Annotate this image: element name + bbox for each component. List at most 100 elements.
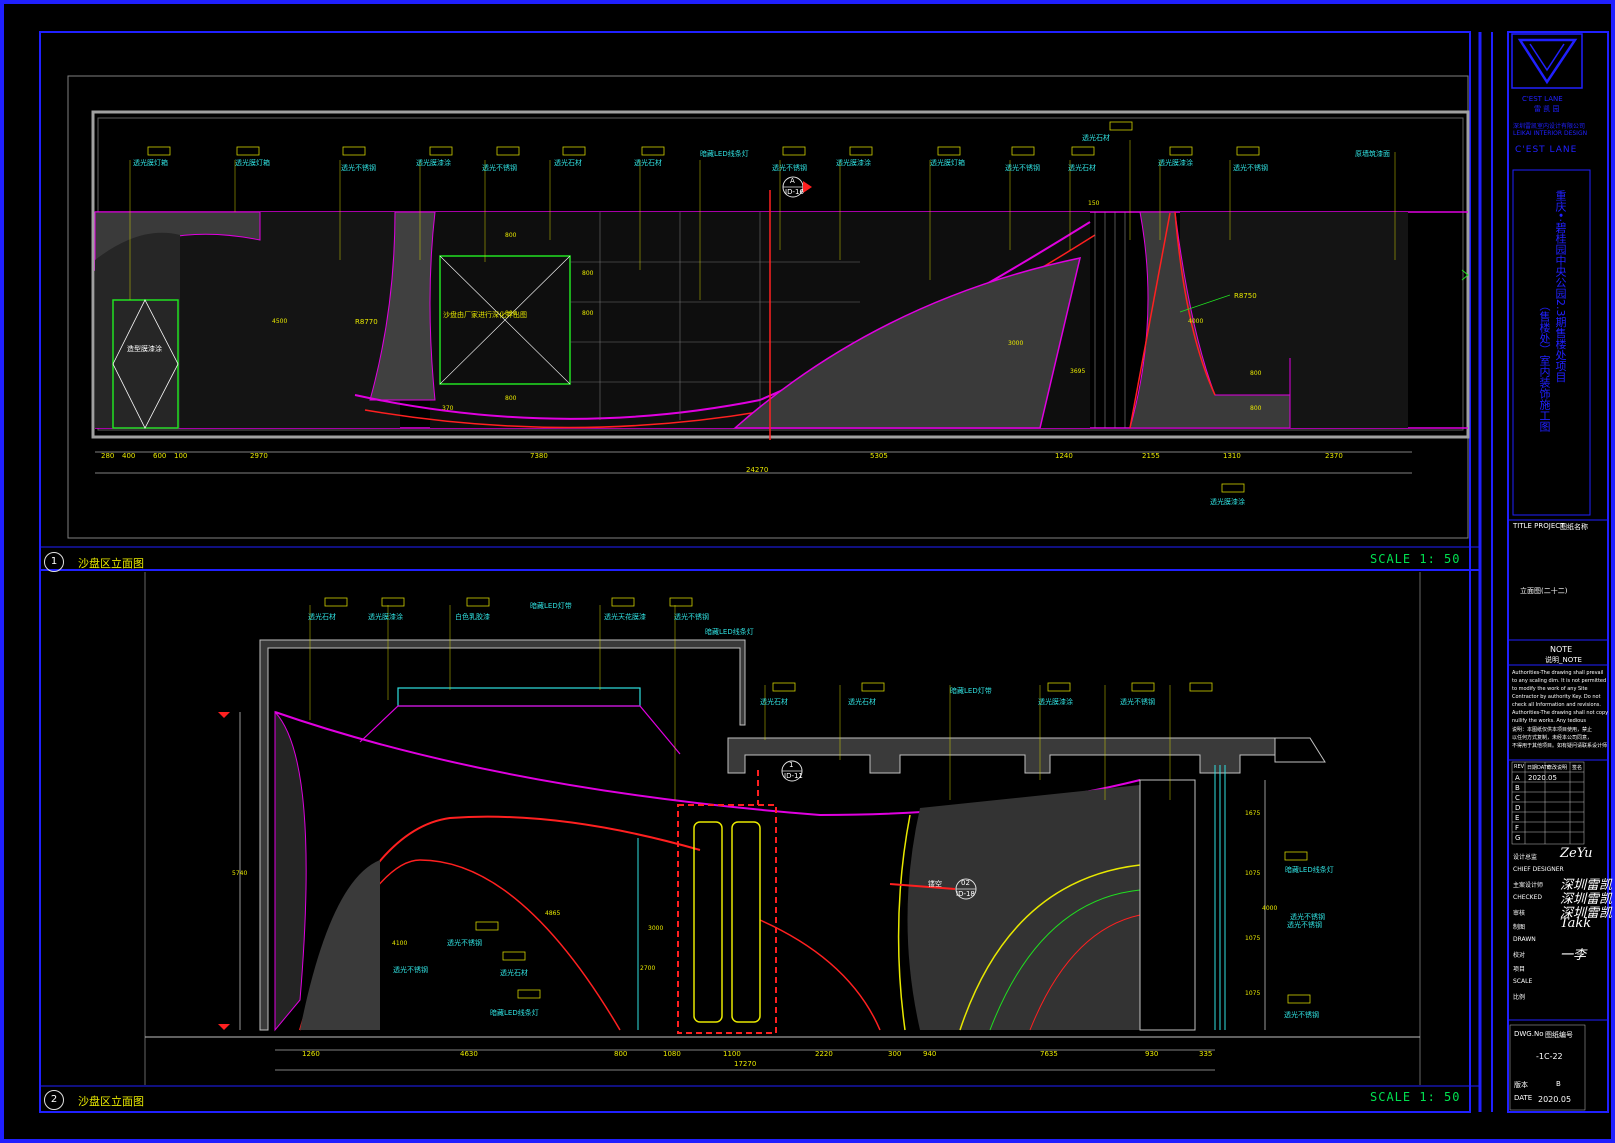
material-label: 原墙筑漆面 [1355, 150, 1390, 158]
note-line: Contractor by authority Key. Do not [1512, 694, 1601, 700]
material-label: 透光石材 [554, 159, 582, 167]
dimension-value: 930 [1145, 1050, 1159, 1058]
signature-row-label: SCALE [1513, 978, 1533, 985]
vertical-dimension: 800 [505, 395, 517, 402]
material-label: 透光膜漆涂 [1038, 698, 1073, 706]
vertical-dimension: 3000 [1008, 340, 1024, 347]
note-line: 以任何方式复制，未经本公司同意， [1512, 735, 1593, 741]
note-line: 不得用于其他项目。如有疑问请联系设计师 [1512, 743, 1608, 749]
dimension-value: 2155 [1142, 452, 1160, 460]
material-label: 透光石材 [760, 698, 788, 706]
vertical-dimension: 1075 [1245, 990, 1261, 997]
date-value: 2020.05 [1538, 1095, 1572, 1104]
issue-value: B [1556, 1080, 1561, 1088]
signature-row-label: 审核 [1513, 910, 1526, 917]
revision-row-label: G [1515, 834, 1521, 842]
dimension-value: 400 [122, 452, 136, 460]
dimension-value: 1310 [1223, 452, 1241, 460]
note-line: Authorities-The drawing shall not copy [1512, 710, 1609, 716]
note-sub: 说明_NOTE [1545, 656, 1582, 664]
dimension-value: 600 [153, 452, 167, 460]
signature-row-label: 主案设计师 [1513, 882, 1544, 889]
project-title-line-2: （售楼处）室内装饰施工图 [1538, 300, 1551, 432]
material-label: 透光不锈钢 [1233, 164, 1268, 172]
view-1-section-top: A [790, 177, 795, 185]
vertical-dimension: 1075 [1245, 935, 1261, 942]
revision-header-cell: 修改说明 [1547, 765, 1568, 771]
vertical-dimension: 2700 [640, 965, 656, 972]
material-label: 透光石材 [848, 698, 876, 706]
dimension-value: 300 [888, 1050, 902, 1058]
dimension-value: 4630 [460, 1050, 478, 1058]
logo-subtext: 雷 凯 园 [1534, 105, 1560, 113]
sheet-outer-border [0, 0, 1615, 1143]
signature: ZeYu [1560, 846, 1593, 861]
signature-row-label: 项目 [1513, 966, 1526, 973]
vertical-dimension: 4865 [545, 910, 561, 917]
dimension-value: 2970 [250, 452, 268, 460]
view-1-radius-right: R8750 [1234, 292, 1257, 300]
note-line: Authorities-The drawing shall prevail [1512, 670, 1604, 676]
vertical-dimension: 370 [442, 405, 454, 412]
revision-row-label: A [1515, 774, 1520, 782]
vertical-dimension: 1675 [1245, 810, 1261, 817]
material-label: 透光天花膜漆 [604, 613, 646, 621]
dwg-no-label: DWG.No [1514, 1030, 1544, 1038]
material-label: 暗藏LED线条灯 [700, 150, 749, 158]
dimension-value: 800 [614, 1050, 628, 1058]
vertical-dimension: 4000 [1188, 318, 1204, 325]
material-label: 透光不锈钢 [1284, 1011, 1319, 1019]
dimension-value: 1240 [1055, 452, 1073, 460]
view-2-note-small: 镂空 [928, 880, 942, 888]
view-1-title: 沙盘区立面图 [78, 557, 144, 570]
company-en: C'EST LANE [1515, 145, 1578, 155]
logo-icon [1517, 38, 1578, 85]
material-label: 透光石材 [634, 159, 662, 167]
project-title-line-1: 重庆•·碧桂园中央公园2.3期售楼处项目 [1554, 190, 1567, 383]
material-label: 透光膜漆涂 [1158, 159, 1193, 167]
view-1-number: 1 [44, 552, 64, 572]
note-line: 说明：本图纸仅供本项目使用，禁止 [1512, 727, 1593, 733]
dimension-value: 5305 [870, 452, 888, 460]
view-1-section-bottom: ID-16 [785, 188, 804, 196]
dimension-value: 2370 [1325, 452, 1343, 460]
view-1-scale: SCALE 1: 50 [1370, 552, 1461, 566]
view-1-door-note: 造型膜漆涂 [127, 345, 162, 353]
signature-row-label: 设计总监 [1513, 854, 1538, 861]
vertical-dimension: 4500 [272, 318, 288, 325]
material-label: 透光石材 [308, 613, 336, 621]
material-label: 暗藏LED线条灯 [1285, 866, 1334, 874]
material-label: 透光不锈钢 [772, 164, 807, 172]
dimension-value: 1260 [302, 1050, 320, 1058]
revision-header-cell: REV [1514, 764, 1525, 770]
dimension-value: 1100 [723, 1050, 741, 1058]
vertical-dimension: 4000 [1262, 905, 1278, 912]
signature-row-label: CHIEF DESIGNER [1513, 866, 1564, 873]
cad-drawing-sheet [0, 0, 1615, 1143]
vertical-dimension: 3695 [1070, 368, 1086, 375]
revision-header-cell: 签名 [1572, 765, 1583, 771]
vertical-dimension: 150 [1088, 200, 1100, 207]
view-2-title: 沙盘区立面图 [78, 1095, 144, 1108]
company-line-2: LEIKAI INTERIOR DESIGN [1513, 130, 1588, 137]
signature-row-label: CHECKED [1513, 894, 1543, 901]
signature-row-label: 比例 [1513, 994, 1526, 1001]
note-heading: NOTE [1550, 645, 1573, 654]
drawing-name: 立面图(二十二) [1520, 587, 1568, 595]
material-label: 透光膜灯箱 [930, 159, 965, 167]
dimension-value: 7635 [1040, 1050, 1058, 1058]
company-line-1: 深圳雷凯室内设计有限公司 [1513, 123, 1586, 130]
elevation-view-2 [144, 572, 1421, 1085]
view-1-radius-left: R8770 [355, 318, 378, 326]
dimension-value: 100 [174, 452, 188, 460]
material-label: 透光膜灯箱 [235, 159, 270, 167]
dimension-value: 2220 [815, 1050, 833, 1058]
dwg-no-value: 图纸编号 [1545, 1031, 1573, 1039]
view-2-section-a-top: 1 [789, 761, 794, 769]
note-line: to any scaling dim. It is not permitted [1512, 678, 1607, 684]
note-line: check all Information and revisions. [1512, 702, 1601, 708]
dimension-value: 1080 [663, 1050, 681, 1058]
material-label: 暗藏LED灯带 [530, 602, 572, 610]
title-project-label: TITLE PROJECT [1513, 522, 1565, 530]
vertical-dimension: 800 [505, 310, 517, 317]
